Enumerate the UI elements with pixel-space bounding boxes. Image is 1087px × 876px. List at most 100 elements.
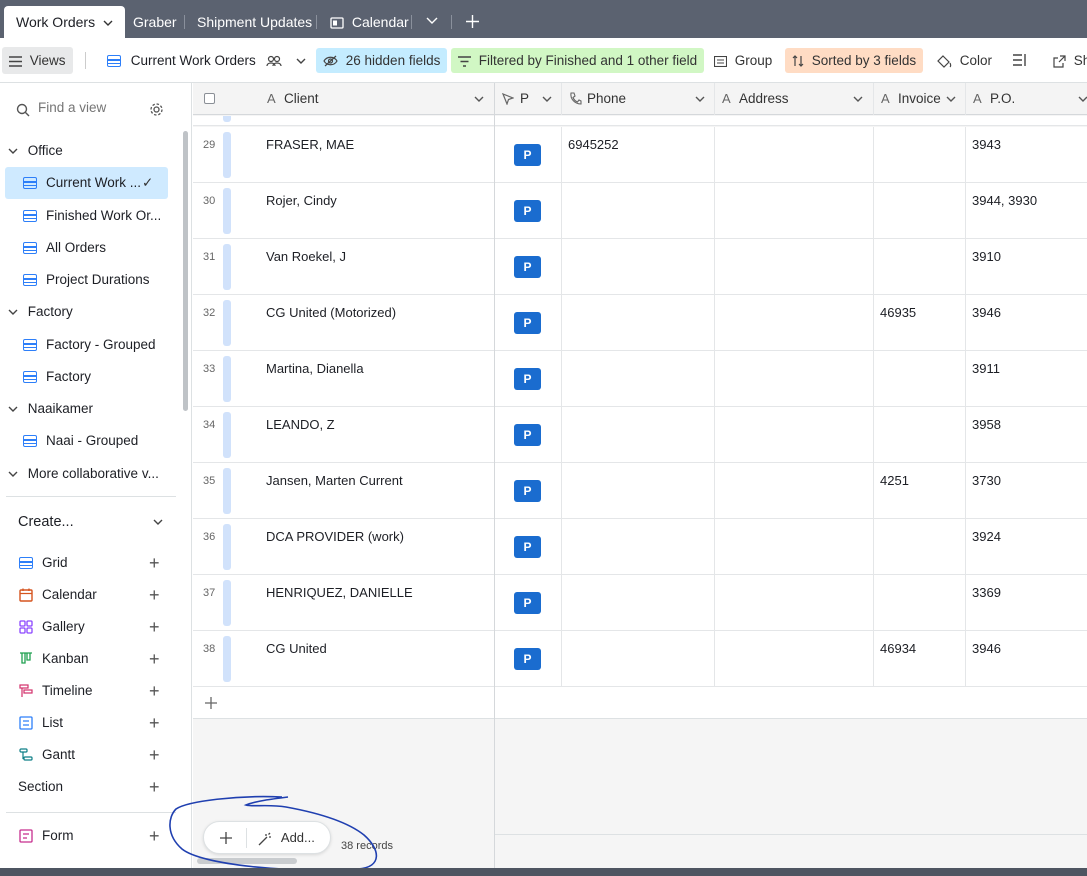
chevron-down-icon[interactable] [474, 95, 484, 103]
share-view-button[interactable]: Sh [1046, 48, 1087, 73]
table-row[interactable]: 30 Rojer, Cindy P 3944, 3930 [193, 183, 1087, 239]
chevron-down-icon[interactable] [1078, 95, 1087, 103]
tab-calendar[interactable]: Calendar [318, 6, 421, 38]
cell-address[interactable] [721, 249, 871, 285]
sidebar-item-project-durations[interactable]: Project Durations [0, 264, 176, 296]
tab-graber[interactable]: Graber [121, 6, 189, 38]
section-office[interactable]: Office [8, 135, 184, 167]
column-header-client[interactable]: Client [284, 83, 319, 115]
cell-address[interactable] [721, 361, 871, 397]
status-badge[interactable]: P [514, 424, 541, 446]
cell-po[interactable]: 3924 [972, 529, 1001, 544]
cell-client[interactable]: FRASER, MAE [266, 137, 354, 152]
row-height-icon[interactable] [1013, 54, 1027, 66]
status-badge[interactable]: P [514, 312, 541, 334]
status-badge[interactable]: P [514, 256, 541, 278]
sidebar-item-current-work-orders[interactable]: Current Work ... ✓ [5, 167, 168, 199]
cell-po[interactable]: 3911 [972, 361, 1000, 376]
cell-invoice[interactable]: 4251 [880, 473, 909, 488]
create-grid[interactable]: Grid + [0, 547, 176, 579]
cell-client[interactable]: Martina, Dianella [266, 361, 364, 376]
status-badge[interactable]: P [514, 536, 541, 558]
cell-client[interactable]: Jansen, Marten Current [266, 473, 403, 488]
sidebar-item-factory[interactable]: Factory [0, 361, 176, 393]
cell-client[interactable]: CG United (Motorized) [266, 305, 396, 320]
table-row[interactable]: 34 LEANDO, Z P 3958 [193, 407, 1087, 463]
group-button[interactable]: Group [707, 48, 779, 73]
table-row[interactable]: 29 FRASER, MAE P 6945252 3943 [193, 127, 1087, 183]
cell-client[interactable]: Van Roekel, J [266, 249, 346, 264]
create-timeline[interactable]: Timeline + [0, 675, 176, 707]
cell-invoice[interactable]: 46934 [880, 641, 916, 656]
section-naaikamer[interactable]: Naaikamer [8, 393, 184, 425]
find-view-input[interactable] [38, 100, 138, 115]
cell-address[interactable] [721, 585, 871, 621]
section-factory[interactable]: Factory [8, 296, 184, 328]
hidden-fields-button[interactable]: 26 hidden fields [316, 48, 448, 73]
status-badge[interactable]: P [514, 648, 541, 670]
sidebar-item-finished-work-orders[interactable]: Finished Work Or... [0, 200, 176, 232]
status-badge[interactable]: P [514, 480, 541, 502]
table-row[interactable]: 37 HENRIQUEZ, DANIELLE P 3369 [193, 575, 1087, 631]
create-list[interactable]: List + [0, 707, 176, 739]
create-view-header[interactable]: Create... [18, 506, 176, 538]
chevron-down-icon[interactable] [542, 95, 552, 103]
create-gantt[interactable]: Gantt + [0, 739, 176, 771]
find-view-search[interactable] [12, 97, 170, 123]
cell-client[interactable]: DCA PROVIDER (work) [266, 529, 404, 544]
table-row[interactable]: 33 Martina, Dianella P 3911 [193, 351, 1087, 407]
add-table-icon[interactable] [466, 15, 479, 28]
cell-po[interactable]: 3958 [972, 417, 1001, 432]
cell-po[interactable]: 3910 [972, 249, 1001, 264]
cell-po[interactable]: 3369 [972, 585, 1001, 600]
filter-button[interactable]: Filtered by Finished and 1 other field [451, 48, 705, 73]
cell-address[interactable] [721, 193, 871, 229]
tabs-dropdown-icon[interactable] [426, 17, 438, 25]
cell-client[interactable]: CG United [266, 641, 327, 656]
create-calendar[interactable]: Calendar + [0, 579, 176, 611]
table-row[interactable]: 35 Jansen, Marten Current P 4251 3730 [193, 463, 1087, 519]
sidebar-scrollbar[interactable] [183, 131, 188, 411]
chevron-down-icon[interactable] [695, 95, 705, 103]
column-header-phone[interactable]: Phone [587, 83, 626, 115]
table-row[interactable]: 31 Van Roekel, J P 3910 [193, 239, 1087, 295]
status-badge[interactable]: P [514, 592, 541, 614]
table-row[interactable]: 32 CG United (Motorized) P 46935 3946 [193, 295, 1087, 351]
section-more-collaborative[interactable]: More collaborative v... [8, 458, 184, 490]
views-toggle-button[interactable]: Views [2, 47, 73, 74]
cell-po[interactable]: 3946 [972, 305, 1001, 320]
cell-address[interactable] [721, 417, 871, 453]
sort-button[interactable]: Sorted by 3 fields [785, 48, 924, 73]
create-kanban[interactable]: Kanban + [0, 643, 176, 675]
column-header-p[interactable]: P [520, 83, 529, 115]
cell-address[interactable] [721, 473, 871, 509]
cell-po[interactable]: 3944, 3930 [972, 193, 1037, 208]
status-badge[interactable]: P [514, 200, 541, 222]
cell-address[interactable] [721, 641, 871, 677]
column-header-po[interactable]: P.O. [990, 83, 1015, 115]
cell-address[interactable] [721, 137, 871, 173]
table-row[interactable]: 38 CG United P 46934 3946 [193, 631, 1087, 687]
cell-address[interactable] [721, 529, 871, 565]
color-button[interactable]: Color [930, 48, 999, 73]
cell-po[interactable]: 3730 [972, 473, 1001, 488]
sidebar-item-all-orders[interactable]: All Orders [0, 232, 176, 264]
tab-work-orders[interactable]: Work Orders [4, 6, 125, 38]
create-section[interactable]: Section + [0, 771, 176, 803]
table-row[interactable]: 36 DCA PROVIDER (work) P 3924 [193, 519, 1087, 575]
cell-client[interactable]: HENRIQUEZ, DANIELLE [266, 585, 413, 600]
sidebar-item-factory-grouped[interactable]: Factory - Grouped [0, 329, 176, 361]
tab-shipment-updates[interactable]: Shipment Updates [185, 6, 324, 38]
add-record-row[interactable] [193, 687, 1087, 719]
cell-invoice[interactable]: 46935 [880, 305, 916, 320]
chevron-down-icon[interactable] [946, 95, 956, 103]
cell-po[interactable]: 3943 [972, 137, 1001, 152]
column-header-address[interactable]: Address [739, 83, 789, 115]
cell-address[interactable] [721, 305, 871, 341]
gear-icon[interactable] [149, 102, 164, 117]
select-all-checkbox[interactable] [204, 93, 215, 104]
current-view-switcher[interactable]: Current Work Orders [100, 48, 313, 73]
chevron-down-icon[interactable] [853, 95, 863, 103]
column-header-invoice[interactable]: Invoice [898, 83, 941, 115]
create-gallery[interactable]: Gallery + [0, 611, 176, 643]
